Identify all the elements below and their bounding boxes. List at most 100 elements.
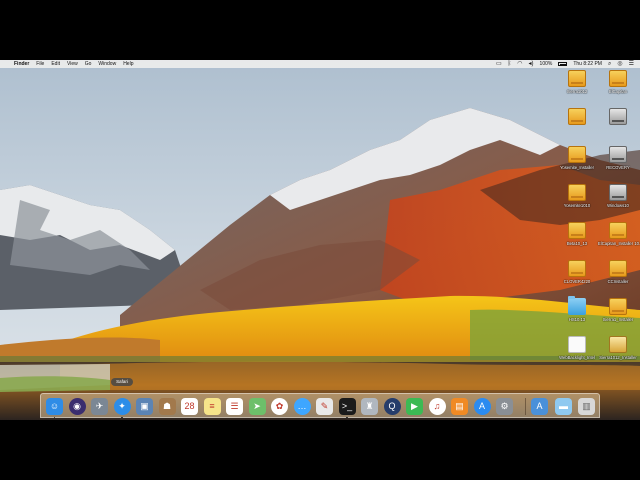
desktop-icon-label: Sierra1012 bbox=[566, 89, 588, 94]
volume-icon[interactable]: ◂) bbox=[529, 60, 534, 68]
dock-glyph: ✎ bbox=[320, 401, 329, 411]
desktop-icon[interactable]: Sierra1012_Installer bbox=[598, 336, 638, 370]
calendar-icon[interactable]: 28 bbox=[181, 398, 198, 415]
desktop-icon[interactable]: CCInstaller bbox=[598, 260, 638, 294]
desktop-icon[interactable]: Yosemite1010 bbox=[557, 184, 597, 218]
menu-file[interactable]: File bbox=[36, 60, 44, 68]
launchpad-icon[interactable]: ✈ bbox=[91, 398, 108, 415]
ibooks-icon[interactable]: ▤ bbox=[451, 398, 468, 415]
menu-clock[interactable]: Thu 8:22 PM bbox=[573, 60, 602, 68]
notes-icon[interactable]: ≡ bbox=[203, 398, 221, 415]
downloads-folder-icon[interactable]: ▬ bbox=[555, 398, 572, 415]
desktop-icon[interactable]: RECOVERY bbox=[598, 146, 638, 180]
desktop-icon[interactable]: ElCapitan bbox=[598, 70, 638, 104]
finder-icon[interactable]: ☺ bbox=[46, 398, 63, 415]
notification-center-icon[interactable]: ☰ bbox=[629, 60, 634, 68]
dock-glyph: ▥ bbox=[582, 401, 591, 411]
desktop-icon[interactable]: Windows10 bbox=[598, 184, 638, 218]
menu-go[interactable]: Go bbox=[85, 60, 92, 68]
maps-icon[interactable]: ➤ bbox=[248, 398, 266, 415]
airplay-icon[interactable]: ▭ bbox=[496, 60, 502, 68]
messages-icon[interactable]: … bbox=[293, 398, 311, 415]
bluetooth-icon[interactable]: ᛒ bbox=[508, 60, 512, 68]
battery-icon[interactable] bbox=[558, 62, 568, 66]
desktop-icon[interactable]: Yosemite_Installer bbox=[557, 146, 597, 180]
desktop-icon[interactable]: ElCapitan_Installer 10.11 bbox=[598, 222, 640, 256]
applications-folder-icon[interactable]: A bbox=[531, 398, 548, 415]
textedit-icon[interactable]: ✎ bbox=[316, 398, 333, 415]
desktop-icon[interactable] bbox=[598, 108, 638, 142]
desktop-icon-label: Yosemite_Installer bbox=[559, 165, 595, 170]
dock-glyph: ☰ bbox=[230, 401, 239, 411]
dock-glyph: ♫ bbox=[433, 401, 441, 411]
dock-glyph: ✦ bbox=[118, 401, 126, 411]
reminders-icon[interactable]: ☰ bbox=[226, 398, 243, 415]
desktop-icon[interactable]: WebBacklight_Intel bbox=[557, 336, 597, 370]
menu-view[interactable]: View bbox=[67, 60, 78, 68]
desktop-icon[interactable]: Sierra1012 bbox=[557, 70, 597, 104]
preview-icon[interactable]: ♜ bbox=[361, 398, 378, 415]
menu-app-finder[interactable]: Finder bbox=[14, 60, 29, 68]
desktop-icon-label: ElCapitan bbox=[608, 89, 628, 94]
dock-glyph: >_ bbox=[341, 401, 353, 411]
menu-help[interactable]: Help bbox=[123, 60, 133, 68]
desktop-icon[interactable] bbox=[557, 108, 597, 142]
dock-glyph: A bbox=[536, 401, 543, 411]
dock: ☺ ◉ ✈ ✦ ▣ ☗ 28 ≡ ☰ ➤ ✿ … ✎ >_ ♜ Q ▶ ♫ ▤ A ⚙ A ▬ ▥ bbox=[40, 393, 600, 419]
dock-glyph: ▶ bbox=[411, 401, 418, 411]
photo-browser-icon[interactable]: ▣ bbox=[136, 398, 153, 415]
terminal-icon[interactable]: >_ bbox=[338, 398, 356, 415]
folder-icon bbox=[568, 296, 586, 315]
itunes-icon[interactable]: ♫ bbox=[428, 398, 446, 415]
hard-drive-icon bbox=[609, 222, 627, 239]
photos-icon[interactable]: ✿ bbox=[271, 398, 288, 415]
siri-icon[interactable]: ◉ bbox=[68, 398, 86, 415]
desktop-icon[interactable]: HS10.13 bbox=[557, 296, 597, 332]
dock-glyph: ☗ bbox=[162, 401, 172, 411]
installer-icon bbox=[609, 336, 627, 353]
desktop-icon-label: ElCapitan_Installer 10.11 bbox=[598, 241, 640, 246]
hard-drive-icon bbox=[568, 260, 586, 277]
dock-glyph: … bbox=[297, 401, 307, 411]
hard-drive-icon bbox=[568, 222, 586, 239]
running-indicator bbox=[346, 416, 348, 419]
desktop-icon-label: Sierra1012_Installer bbox=[599, 355, 637, 360]
desktop-icon[interactable]: Beta10_13 bbox=[557, 222, 597, 256]
safari-icon[interactable]: ✦ bbox=[113, 398, 131, 415]
hard-drive-icon bbox=[609, 260, 627, 277]
dock-glyph: ☺ bbox=[49, 401, 60, 411]
desktop-icon-label: Windows10 bbox=[607, 203, 629, 208]
siri-menu-icon[interactable]: ◎ bbox=[617, 60, 622, 68]
dock-glyph: ➤ bbox=[253, 401, 261, 411]
dock-glyph: ▣ bbox=[140, 401, 149, 411]
hard-drive-icon bbox=[609, 146, 627, 163]
hard-drive-icon bbox=[568, 184, 586, 201]
trash-icon[interactable]: ▥ bbox=[578, 398, 595, 415]
quicktime-icon[interactable]: Q bbox=[383, 398, 401, 415]
wifi-icon[interactable]: ◠ bbox=[517, 60, 522, 68]
running-indicator bbox=[121, 416, 123, 419]
desktop-icon[interactable]: CLOVER4220 bbox=[557, 260, 597, 294]
dock-glyph: ♜ bbox=[365, 401, 374, 411]
desktop-icon-label: CCInstaller bbox=[607, 279, 629, 284]
hard-drive-icon bbox=[568, 70, 586, 87]
desktop-icon-label: CLOVER4220 bbox=[563, 279, 591, 284]
battery-percent[interactable]: 100% bbox=[540, 60, 553, 68]
kext-icon bbox=[568, 336, 586, 353]
menu-edit[interactable]: Edit bbox=[51, 60, 60, 68]
dock-glyph: ◉ bbox=[73, 401, 81, 411]
desktop-icon-label: Beta10_13 bbox=[566, 241, 588, 246]
app-store-icon[interactable]: A bbox=[473, 398, 491, 415]
hard-drive-icon bbox=[609, 108, 627, 125]
contacts-icon[interactable]: ☗ bbox=[158, 398, 176, 415]
dock-glyph: ▬ bbox=[559, 401, 568, 411]
system-preferences-icon[interactable]: ⚙ bbox=[496, 398, 513, 415]
spotlight-search-icon[interactable]: ⌕ bbox=[608, 60, 611, 68]
desktop-icon[interactable]: Sierra1_Installer bbox=[598, 298, 638, 332]
facetime-icon[interactable]: ▶ bbox=[406, 398, 423, 415]
desktop[interactable]: Finder File Edit View Go Window Help ▭ ᛒ… bbox=[0, 60, 640, 420]
desktop-icon-label: RECOVERY bbox=[606, 165, 630, 170]
menu-window[interactable]: Window bbox=[98, 60, 116, 68]
desktop-icon-label: Yosemite1010 bbox=[563, 203, 591, 208]
dock-separator bbox=[525, 398, 526, 415]
